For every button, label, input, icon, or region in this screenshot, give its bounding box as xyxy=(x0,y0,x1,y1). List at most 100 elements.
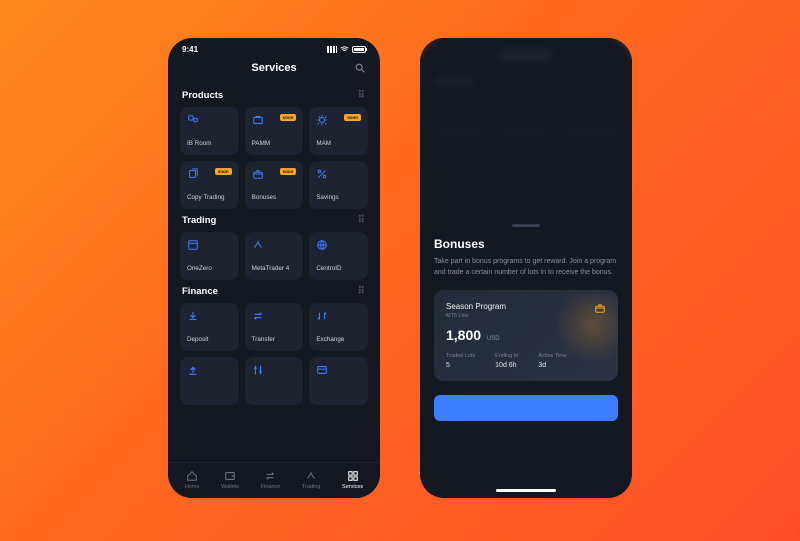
service-tile[interactable]: soon MAM xyxy=(309,107,368,155)
tile-label: Bonuses xyxy=(252,194,297,201)
service-tile[interactable]: MetaTrader 4 xyxy=(245,232,304,280)
service-tile[interactable]: Exchange xyxy=(309,303,368,351)
status-bar: 9:41 xyxy=(168,38,380,56)
tile-label: MetaTrader 4 xyxy=(252,265,297,272)
exchange-icon xyxy=(316,310,328,322)
people-icon xyxy=(187,114,199,126)
reorder-icon[interactable]: ⠿ xyxy=(358,286,366,297)
tile-label: IB Room xyxy=(187,140,232,147)
section-head: Trading ⠿ xyxy=(180,209,368,232)
service-tile[interactable]: Savings xyxy=(309,161,368,209)
service-tile[interactable]: Transfer xyxy=(245,303,304,351)
sheet-description: Take part in bonus programs to get rewar… xyxy=(434,257,618,278)
page-title: Services xyxy=(251,62,296,74)
bonus-stats: Traded Lots5 Ending In 10d 6h Active Time3d xyxy=(446,353,606,369)
sheet-title: Bonuses xyxy=(434,237,618,251)
primary-button[interactable] xyxy=(434,395,618,421)
tile-label: MAM xyxy=(316,140,361,147)
globe-icon xyxy=(316,239,328,251)
gift-icon xyxy=(252,168,264,180)
stat-value: 10d 6h xyxy=(495,362,518,369)
badge: soon xyxy=(344,114,361,121)
phone-bonuses: Bonuses Take part in bonus programs to g… xyxy=(420,38,632,498)
stat: Active Time3d xyxy=(538,353,566,369)
tab-label: Wallets xyxy=(221,484,239,490)
service-tile[interactable]: OneZero xyxy=(180,232,239,280)
copy-icon xyxy=(187,168,199,180)
stat-label: Ending In xyxy=(495,353,518,359)
tab-bar: Home Wallets Finance Trading Services xyxy=(168,462,380,498)
badge: soon xyxy=(215,168,232,175)
tab-finance[interactable]: Finance xyxy=(261,470,281,490)
percent-icon xyxy=(316,168,328,180)
search-icon[interactable] xyxy=(354,62,366,74)
service-tile[interactable]: soon Copy Trading xyxy=(180,161,239,209)
tile-label: Savings xyxy=(316,194,361,201)
gear-icon xyxy=(316,114,328,126)
phone-services: 9:41 Services Products⠿IB RoomsoonPAMMso… xyxy=(168,38,380,498)
battery-icon xyxy=(352,46,366,53)
tile-grid: IB RoomsoonPAMMsoonMAMsoonCopy Tradingso… xyxy=(180,107,368,209)
status-time: 9:41 xyxy=(182,45,198,54)
briefcase-icon xyxy=(252,114,264,126)
gift-icon xyxy=(594,302,606,314)
tab-label: Trading xyxy=(302,484,320,490)
tab-label: Home xyxy=(185,484,200,490)
download-icon xyxy=(187,310,199,322)
service-tile[interactable] xyxy=(309,357,368,405)
section-title: Products xyxy=(182,90,223,101)
section-head: Finance ⠿ xyxy=(180,280,368,303)
tile-label: Transfer xyxy=(252,336,297,343)
tile-label: OneZero xyxy=(187,265,232,272)
bonuses-sheet: Bonuses Take part in bonus programs to g… xyxy=(420,218,632,498)
status-icons xyxy=(327,46,366,53)
reorder-icon[interactable]: ⠿ xyxy=(358,90,366,101)
home-indicator[interactable] xyxy=(496,489,556,492)
badge: soon xyxy=(280,114,297,121)
sheet-handle[interactable] xyxy=(512,224,540,227)
reorder-icon[interactable]: ⠿ xyxy=(358,215,366,226)
tile-label: CentroID xyxy=(316,265,361,272)
bonus-card[interactable]: Season Program MT5 Live 1,800 USD Traded… xyxy=(434,290,618,381)
tile-label: Copy Trading xyxy=(187,194,232,201)
tab-trading[interactable]: Trading xyxy=(302,470,320,490)
wifi-icon xyxy=(340,46,349,53)
arrows-icon xyxy=(252,239,264,251)
services-tab-icon xyxy=(347,470,359,482)
trading-tab-icon xyxy=(305,470,317,482)
service-tile[interactable]: Deposit xyxy=(180,303,239,351)
swap-icon xyxy=(252,310,264,322)
home-tab-icon xyxy=(186,470,198,482)
tab-home[interactable]: Home xyxy=(185,470,200,490)
services-scroll[interactable]: Products ⠿ IB Room soon PAMM soon MAM soon Copy … xyxy=(168,84,380,462)
window-icon xyxy=(187,239,199,251)
tab-label: Finance xyxy=(261,484,281,490)
blurred-background xyxy=(420,38,632,218)
service-tile[interactable]: soonBonuses xyxy=(245,161,304,209)
tab-services[interactable]: Services xyxy=(342,470,363,490)
stat: Ending In 10d 6h xyxy=(495,353,518,369)
tile-label: Exchange xyxy=(316,336,361,343)
finance-tab-icon xyxy=(264,470,276,482)
section-title: Trading xyxy=(182,215,216,226)
tile-grid: Deposit Transfer Exchange xyxy=(180,303,368,405)
service-tile[interactable]: IB Room xyxy=(180,107,239,155)
stat: Traded Lots5 xyxy=(446,353,475,369)
stat-label: Traded Lots xyxy=(446,353,475,359)
service-tile[interactable]: soon PAMM xyxy=(245,107,304,155)
section-title: Finance xyxy=(182,286,218,297)
service-tile[interactable]: CentroID xyxy=(309,232,368,280)
service-tile[interactable] xyxy=(245,357,304,405)
signal-icon xyxy=(327,46,337,53)
stat-label: Active Time xyxy=(538,353,566,359)
tab-wallets[interactable]: Wallets xyxy=(221,470,239,490)
card-icon xyxy=(316,364,328,376)
bonus-amount: 1,800 USD xyxy=(446,327,606,343)
upload-icon xyxy=(187,364,199,376)
tile-label: PAMM xyxy=(252,140,297,147)
tile-label: Deposit xyxy=(187,336,232,343)
bonus-account: MT5 Live xyxy=(446,313,506,319)
wallets-tab-icon xyxy=(224,470,236,482)
service-tile[interactable] xyxy=(180,357,239,405)
tile-grid: OneZero MetaTrader 4 CentroID xyxy=(180,232,368,280)
